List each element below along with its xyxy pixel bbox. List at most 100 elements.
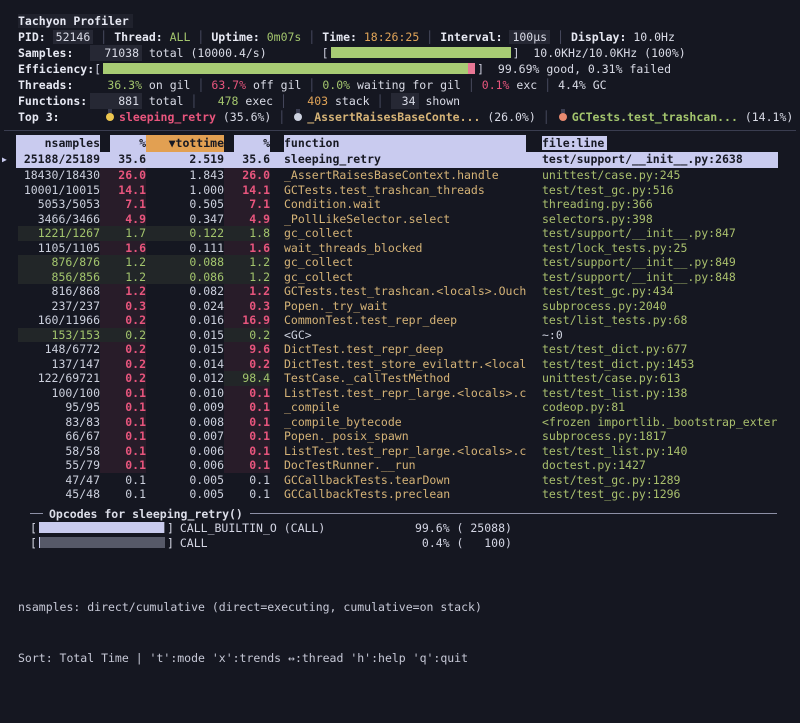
footer-keybinds[interactable]: Sort: Total Time | 't':mode 'x':trends ↔… [18,650,482,667]
cell-pct-direct: 1.2 [100,284,146,299]
header-pct-direct[interactable]: % [100,135,146,152]
top3-name[interactable]: GCTests.test_trashcan... [572,110,738,124]
table-row[interactable]: 876/8761.20.0881.2gc_collecttest/support… [16,255,778,270]
cell-pct-direct: 4.9 [100,212,146,227]
table-row[interactable]: 122/697210.20.01298.4TestCase._callTestM… [16,371,778,386]
table-row[interactable]: 83/830.10.0080.1_compile_bytecode<frozen… [16,415,778,430]
opcode-stat: 99.6% ( 25088) [415,521,512,536]
pid-label: PID: [18,30,46,44]
table-row[interactable]: 47/470.10.0050.1GCCallbackTests.tearDown… [16,473,778,488]
table-row[interactable]: 1221/12671.70.1221.8gc_collecttest/suppo… [16,226,778,241]
cell-tottime: 0.014 [146,357,224,372]
function-table-body: ▶25188/2518935.62.51935.6sleeping_retryt… [16,152,778,502]
cell-pct-cumulative: 0.2 [224,357,270,372]
cell-pct-cumulative: 4.9 [224,212,270,227]
cell-nsamples: 3466/3466 [18,212,100,227]
cell-pct-cumulative: 26.0 [224,168,270,183]
divider: │ [543,110,550,124]
cell-file-line: selectors.py:398 [526,212,778,227]
cell-tottime: 0.082 [146,284,224,299]
table-row[interactable]: 153/1530.20.0150.2<GC>~:0 [16,328,778,343]
cell-function: _AssertRaisesBaseContext.handle [270,168,526,183]
functions-exec-suffix: exec [238,94,273,108]
table-row[interactable]: 816/8681.20.0821.2GCTests.test_trashcan.… [16,284,778,299]
cell-function: _compile [270,400,526,415]
cell-file-line: subprocess.py:2040 [526,299,778,314]
table-row[interactable]: 55/790.10.0060.1DocTestRunner.__rundocte… [16,458,778,473]
cell-pct-direct: 0.1 [100,487,146,502]
cell-file-line: test/test_gc.py:434 [526,284,778,299]
cell-nsamples: 137/147 [18,357,100,372]
interval-label: Interval: [440,30,502,44]
table-row[interactable]: 66/670.10.0070.1Popen._posix_spawnsubpro… [16,429,778,444]
cell-pct-direct: 0.1 [100,386,146,401]
cell-nsamples: 1221/1267 [18,226,100,241]
table-row[interactable]: 856/8561.20.0861.2gc_collecttest/support… [16,270,778,285]
cell-function: DictTest.test_repr_deep [270,342,526,357]
functions-shown-suffix: shown [419,94,461,108]
waiting-gil-value: 0.0% [322,78,350,92]
cell-function: Condition.wait [270,197,526,212]
threads-label: Threads: [18,77,90,93]
cell-file-line: test/support/__init__.py:848 [526,270,778,285]
header-function[interactable]: function [270,135,526,152]
opcode-bar [39,522,165,533]
table-row[interactable]: 18430/1843026.01.84326.0_AssertRaisesBas… [16,168,778,183]
gold-medal-icon [106,113,114,121]
exc-suffix: exc [509,78,537,92]
cell-pct-direct: 7.1 [100,197,146,212]
table-row[interactable]: 45/480.10.0050.1GCCallbackTests.preclean… [16,487,778,502]
cell-tottime: 0.111 [146,241,224,256]
thread-value[interactable]: ALL [170,30,191,44]
title-row: Tachyon Profiler [0,13,800,29]
cell-pct-cumulative: 16.9 [224,313,270,328]
cell-tottime: 0.007 [146,429,224,444]
samples-bar [331,47,511,58]
cell-pct-cumulative: 0.3 [224,299,270,314]
header-file-line[interactable]: file:line [526,135,778,152]
cell-tottime: 0.006 [146,444,224,459]
cell-file-line: threading.py:366 [526,197,778,212]
cell-pct-direct: 0.1 [100,429,146,444]
table-row-selected[interactable]: ▶25188/2518935.62.51935.6sleeping_retryt… [16,152,778,168]
cell-function: sleeping_retry [270,152,526,166]
cell-function: GCCallbackTests.preclean [270,487,526,502]
cell-file-line: test/lock_tests.py:25 [526,241,778,256]
opcodes-rule-right [250,513,777,514]
waiting-gil-suffix: waiting for gil [350,78,461,92]
table-row[interactable]: 100/1000.10.0100.1ListTest.test_repr_lar… [16,386,778,401]
footer: nsamples: direct/cumulative (direct=exec… [18,565,482,701]
header-nsamples[interactable]: nsamples [18,135,100,152]
cell-nsamples: 5053/5053 [18,197,100,212]
cell-pct-cumulative: 0.1 [224,458,270,473]
cell-function: gc_collect [270,270,526,285]
cell-pct-direct: 0.1 [100,415,146,430]
opcode-stat: 0.4% ( 100) [415,536,512,551]
table-row[interactable]: 160/119660.20.01616.9CommonTest.test_rep… [16,313,778,328]
table-row[interactable]: 10001/1001514.11.00014.1GCTests.test_tra… [16,183,778,198]
top1-name[interactable]: sleeping_retry [119,110,216,124]
samples-bar-close: ] [513,46,520,60]
uptime-label: Uptime: [211,30,259,44]
time-value: 18:26:25 [364,30,419,44]
cell-pct-cumulative: 0.1 [224,473,270,488]
header-tottime-sorted[interactable]: ▼tottime [146,135,224,152]
functions-total-suffix: total [142,94,184,108]
table-row[interactable]: 3466/34664.90.3474.9_PollLikeSelector.se… [16,212,778,227]
opcodes-header: Opcodes for sleeping_retry() [30,507,777,521]
table-row[interactable]: 1105/11051.60.1111.6wait_threads_blocked… [16,241,778,256]
top2-name[interactable]: _AssertRaisesBaseConte... [307,110,480,124]
table-row[interactable]: 137/1470.20.0140.2DictTest.test_store_ev… [16,357,778,372]
cell-pct-cumulative: 7.1 [224,197,270,212]
pid-value: 52146 [53,30,94,44]
interval-value: 100µs [509,30,550,44]
table-row[interactable]: 58/580.10.0060.1ListTest.test_repr_large… [16,444,778,459]
footer-legend: nsamples: direct/cumulative (direct=exec… [18,599,482,616]
cell-pct-cumulative: 9.6 [224,342,270,357]
cell-function: ListTest.test_repr_large.<locals>.c... [270,386,526,401]
header-pct-cumulative[interactable]: % [224,135,270,152]
table-row[interactable]: 95/950.10.0090.1_compilecodeop.py:81 [16,400,778,415]
table-row[interactable]: 5053/50537.10.5057.1Condition.waitthread… [16,197,778,212]
table-row[interactable]: 148/67720.20.0159.6DictTest.test_repr_de… [16,342,778,357]
table-row[interactable]: 237/2370.30.0240.3Popen._try_waitsubproc… [16,299,778,314]
